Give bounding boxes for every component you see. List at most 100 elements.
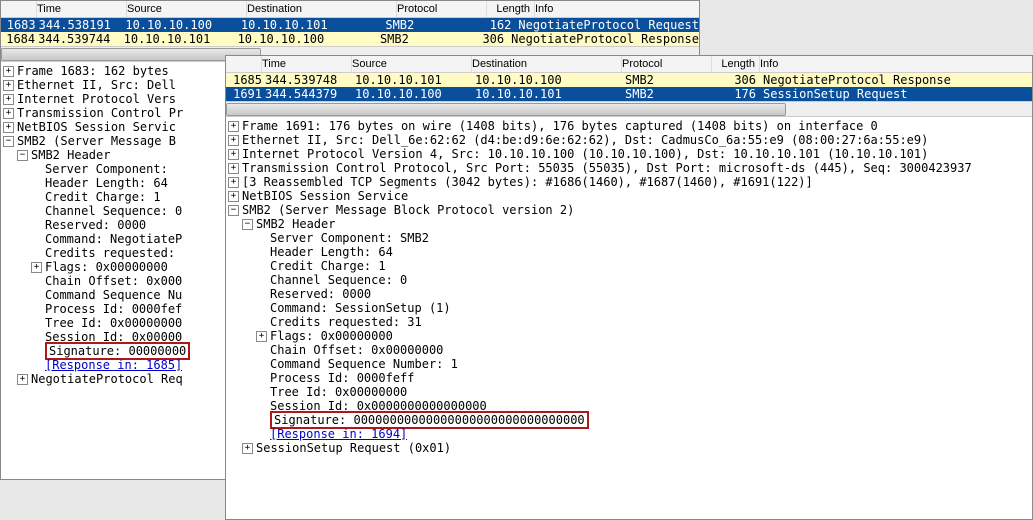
col-destination[interactable]: Destination: [247, 1, 397, 17]
tree-ethernet[interactable]: Ethernet II, Src: Dell_6e:62:62 (d4:be:d…: [242, 133, 928, 147]
field-chain-offset[interactable]: Chain Offset: 0x00000000: [270, 343, 443, 357]
toggle-icon[interactable]: +: [228, 121, 239, 132]
tree-sessionsetup-request[interactable]: SessionSetup Request (0x01): [256, 441, 451, 455]
field-channel-seq[interactable]: Channel Sequence: 0: [45, 204, 182, 218]
col-length[interactable]: Length: [712, 56, 760, 72]
field-credit-charge[interactable]: Credit Charge: 1: [45, 190, 161, 204]
toggle-icon[interactable]: +: [3, 80, 14, 91]
cell-source: 10.10.10.101: [121, 32, 235, 46]
col-no[interactable]: [226, 56, 262, 72]
scrollbar-thumb[interactable]: [226, 103, 786, 116]
tree-netbios[interactable]: NetBIOS Session Servic: [17, 120, 176, 134]
cell-info: NegotiateProtocol Response: [760, 73, 1032, 87]
cell-source: 10.10.10.100: [352, 87, 472, 101]
field-header-length[interactable]: Header Length: 64: [270, 245, 393, 259]
toggle-icon[interactable]: +: [3, 94, 14, 105]
field-response-in-link[interactable]: [Response in: 1694]: [270, 427, 407, 441]
packet-row[interactable]: 1691344.54437910.10.10.10010.10.10.101SM…: [226, 87, 1032, 101]
cell-no: 1683: [1, 18, 36, 32]
toggle-icon[interactable]: −: [17, 150, 28, 161]
tree-ethernet[interactable]: Ethernet II, Src: Dell: [17, 78, 176, 92]
toggle-icon[interactable]: −: [242, 219, 253, 230]
field-response-in-link[interactable]: [Response in: 1685]: [45, 358, 182, 372]
scrollbar-thumb[interactable]: [1, 48, 261, 61]
cell-time: 344.538191: [36, 18, 123, 32]
tree-smb2[interactable]: SMB2 (Server Message Block Protocol vers…: [242, 203, 574, 217]
cell-length: 176: [712, 87, 760, 101]
tree-frame[interactable]: Frame 1691: 176 bytes on wire (1408 bits…: [242, 119, 878, 133]
toggle-icon[interactable]: −: [228, 205, 239, 216]
tree-tcp[interactable]: Transmission Control Protocol, Src Port:…: [242, 161, 972, 175]
col-info[interactable]: Info: [760, 56, 1032, 72]
toggle-icon[interactable]: +: [228, 177, 239, 188]
field-cmd-seq[interactable]: Command Sequence Number: 1: [270, 357, 458, 371]
toggle-icon[interactable]: +: [228, 191, 239, 202]
tree-negotiate-request[interactable]: NegotiateProtocol Req: [31, 372, 183, 386]
field-credits-requested[interactable]: Credits requested:: [45, 246, 175, 260]
toggle-icon[interactable]: +: [228, 149, 239, 160]
toggle-icon[interactable]: +: [3, 122, 14, 133]
col-time[interactable]: Time: [262, 56, 352, 72]
cell-info: SessionSetup Request: [760, 87, 1032, 101]
field-reserved[interactable]: Reserved: 0000: [45, 218, 146, 232]
col-destination[interactable]: Destination: [472, 56, 622, 72]
field-process-id[interactable]: Process Id: 0000fef: [45, 302, 182, 316]
tree-smb2[interactable]: SMB2 (Server Message B: [17, 134, 176, 148]
cell-time: 344.539744: [35, 32, 120, 46]
col-source[interactable]: Source: [352, 56, 472, 72]
packet-row[interactable]: 1685344.53974810.10.10.10110.10.10.100SM…: [226, 73, 1032, 87]
tree-netbios[interactable]: NetBIOS Session Service: [242, 189, 408, 203]
cell-destination: 10.10.10.100: [235, 32, 377, 46]
col-info[interactable]: Info: [535, 1, 699, 17]
cell-destination: 10.10.10.101: [472, 87, 622, 101]
field-header-length[interactable]: Header Length: 64: [45, 176, 168, 190]
tree-frame[interactable]: Frame 1683: 162 bytes: [17, 64, 169, 78]
col-protocol[interactable]: Protocol: [397, 1, 487, 17]
field-credits-requested[interactable]: Credits requested: 31: [270, 315, 422, 329]
field-process-id[interactable]: Process Id: 0000feff: [270, 371, 415, 385]
tree-ip[interactable]: Internet Protocol Vers: [17, 92, 176, 106]
packet-row[interactable]: 1683344.53819110.10.10.10010.10.10.101SM…: [1, 18, 699, 32]
col-no[interactable]: [1, 1, 37, 17]
field-flags[interactable]: Flags: 0x00000000: [45, 260, 168, 274]
cell-destination: 10.10.10.100: [472, 73, 622, 87]
toggle-icon[interactable]: +: [3, 66, 14, 77]
cell-length: 306: [462, 32, 508, 46]
field-flags[interactable]: Flags: 0x00000000: [270, 329, 393, 343]
tree-tcp[interactable]: Transmission Control Pr: [17, 106, 183, 120]
field-tree-id[interactable]: Tree Id: 0x00000000: [45, 316, 182, 330]
toggle-icon[interactable]: +: [228, 163, 239, 174]
toggle-icon[interactable]: +: [3, 108, 14, 119]
h-scrollbar[interactable]: [226, 101, 1032, 117]
col-length[interactable]: Length: [487, 1, 535, 17]
toggle-icon[interactable]: +: [242, 443, 253, 454]
col-source[interactable]: Source: [127, 1, 247, 17]
tree-reassembled[interactable]: [3 Reassembled TCP Segments (3042 bytes)…: [242, 175, 813, 189]
field-command[interactable]: Command: SessionSetup (1): [270, 301, 451, 315]
field-cmd-seq[interactable]: Command Sequence Nu: [45, 288, 182, 302]
packet-list-header: Time Source Destination Protocol Length …: [1, 1, 699, 18]
field-server-component[interactable]: Server Component: SMB2: [270, 231, 429, 245]
toggle-icon[interactable]: +: [17, 374, 28, 385]
field-reserved[interactable]: Reserved: 0000: [270, 287, 371, 301]
toggle-icon[interactable]: −: [3, 136, 14, 147]
toggle-icon[interactable]: +: [228, 135, 239, 146]
cell-no: 1684: [1, 32, 35, 46]
field-tree-id[interactable]: Tree Id: 0x00000000: [270, 385, 407, 399]
cell-length: 162: [469, 18, 515, 32]
tree-smb2-header[interactable]: SMB2 Header: [256, 217, 335, 231]
toggle-icon[interactable]: +: [31, 262, 42, 273]
cell-info: NegotiateProtocol Request: [515, 18, 699, 32]
field-command[interactable]: Command: NegotiateP: [45, 232, 182, 246]
packet-row[interactable]: 1684344.53974410.10.10.10110.10.10.100SM…: [1, 32, 699, 46]
toggle-icon[interactable]: +: [256, 331, 267, 342]
field-channel-seq[interactable]: Channel Sequence: 0: [270, 273, 407, 287]
col-protocol[interactable]: Protocol: [622, 56, 712, 72]
packet-details-tree: +Frame 1691: 176 bytes on wire (1408 bit…: [226, 117, 1032, 457]
field-credit-charge[interactable]: Credit Charge: 1: [270, 259, 386, 273]
tree-ip[interactable]: Internet Protocol Version 4, Src: 10.10.…: [242, 147, 928, 161]
tree-smb2-header[interactable]: SMB2 Header: [31, 148, 110, 162]
field-server-component[interactable]: Server Component:: [45, 162, 168, 176]
field-chain-offset[interactable]: Chain Offset: 0x000: [45, 274, 182, 288]
col-time[interactable]: Time: [37, 1, 127, 17]
